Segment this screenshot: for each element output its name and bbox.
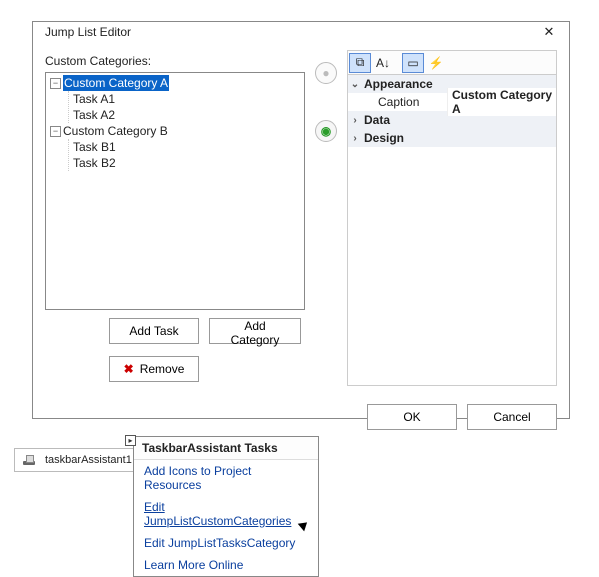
smart-item-edit-tasks-category[interactable]: Edit JumpListTasksCategory	[134, 532, 318, 554]
ok-button[interactable]: OK	[367, 404, 457, 430]
pg-row-caption[interactable]: Caption Custom Category A	[348, 93, 556, 111]
smart-item-edit-custom-categories[interactable]: Edit JumpListCustomCategories	[134, 496, 318, 532]
cancel-button[interactable]: Cancel	[467, 404, 557, 430]
collapse-caret-icon[interactable]: ›	[348, 133, 362, 144]
categorized-view-icon[interactable]: ⧉	[349, 53, 371, 73]
smart-panel-title: TaskbarAssistant Tasks	[134, 437, 318, 460]
reorder-column: ● ◉	[311, 50, 341, 386]
remove-label: Remove	[140, 362, 185, 376]
tree-item-category-b[interactable]: − Custom Category B	[50, 123, 300, 139]
alphabetical-view-icon[interactable]: A↓	[372, 53, 394, 73]
remove-button[interactable]: ✖ Remove	[109, 356, 199, 382]
tree-item-task[interactable]: Task A1	[73, 91, 300, 107]
smart-tag-glyph-icon[interactable]: ▸	[125, 435, 136, 446]
collapse-caret-icon[interactable]: ›	[348, 115, 362, 126]
move-up-button: ●	[315, 62, 337, 84]
tree-item-label: Task B1	[73, 139, 116, 155]
titlebar: Jump List Editor ✕	[33, 22, 569, 42]
smart-item-add-icons[interactable]: Add Icons to Project Resources	[134, 460, 318, 496]
add-item-button[interactable]: ◉	[315, 120, 337, 142]
smart-item-learn-more[interactable]: Learn More Online	[134, 554, 318, 576]
dialog-title: Jump List Editor	[45, 25, 535, 39]
toolbar-separator	[395, 53, 401, 73]
component-name: taskbarAssistant1	[45, 454, 132, 466]
remove-x-icon: ✖	[124, 362, 134, 376]
component-icon	[23, 453, 39, 467]
properties-tab-icon[interactable]: ▭	[402, 53, 424, 73]
jump-list-editor-dialog: Jump List Editor ✕ Custom Categories: − …	[32, 21, 570, 419]
property-pane: ⧉ A↓ ▭ ⚡ ⌄ Appearance Caption Custom Cat…	[347, 50, 557, 386]
property-grid[interactable]: ⌄ Appearance Caption Custom Category A ›…	[347, 74, 557, 386]
component-tray[interactable]: taskbarAssistant1	[14, 448, 141, 472]
add-task-button[interactable]: Add Task	[109, 318, 199, 344]
tree-item-label: Custom Category B	[63, 123, 168, 139]
add-category-button[interactable]: Add Category	[209, 318, 301, 344]
close-icon[interactable]: ✕	[535, 22, 563, 42]
tree-item-label: Task A2	[73, 107, 115, 123]
propertygrid-toolbar: ⧉ A↓ ▭ ⚡	[347, 50, 557, 74]
events-tab-icon[interactable]: ⚡	[425, 53, 447, 73]
pg-value-caption[interactable]: Custom Category A	[447, 88, 556, 116]
tree-item-label: Custom Category A	[63, 75, 169, 91]
tree-item-task[interactable]: Task B1	[73, 139, 300, 155]
tree-item-label: Task A1	[73, 91, 115, 107]
smart-tag-panel: ▸ TaskbarAssistant Tasks Add Icons to Pr…	[133, 436, 319, 577]
collapse-icon[interactable]: −	[50, 126, 61, 137]
pg-category-design[interactable]: › Design	[348, 129, 556, 147]
tree-item-task[interactable]: Task A2	[73, 107, 300, 123]
tree-item-label: Task B2	[73, 155, 116, 171]
tree-item-task[interactable]: Task B2	[73, 155, 300, 171]
collapse-icon[interactable]: −	[50, 78, 61, 89]
categories-pane: Custom Categories: − Custom Category A T…	[45, 50, 305, 386]
categories-tree[interactable]: − Custom Category A Task A1 Task A2	[45, 72, 305, 310]
tree-item-category-a[interactable]: − Custom Category A	[50, 75, 300, 91]
categories-label: Custom Categories:	[45, 54, 305, 68]
expand-caret-icon[interactable]: ⌄	[348, 79, 362, 90]
